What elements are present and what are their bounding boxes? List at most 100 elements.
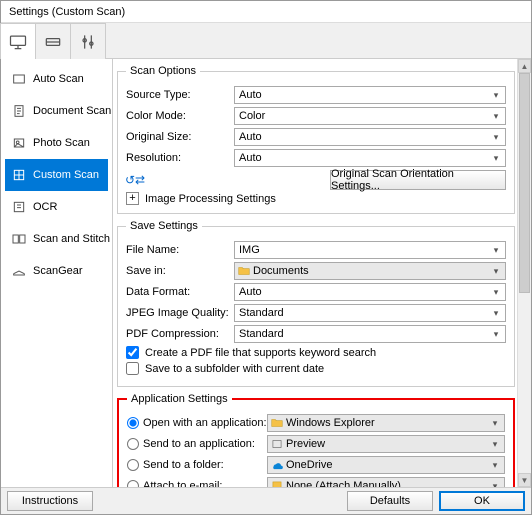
chevron-down-icon: [489, 89, 503, 101]
scangear-icon: [11, 263, 27, 279]
titlebar: Settings (Custom Scan): [1, 1, 531, 23]
resolution-label: Resolution:: [126, 152, 234, 164]
chevron-down-icon: [489, 265, 503, 277]
tools-icon: [78, 32, 98, 52]
sidebar-item-photo-scan[interactable]: Photo Scan: [5, 127, 108, 159]
settings-window: Settings (Custom Scan) Auto Scan Documen…: [0, 0, 532, 515]
chevron-down-icon: [489, 244, 503, 256]
jpeg-quality-select[interactable]: Standard: [234, 304, 506, 322]
sidebar-item-document-scan[interactable]: Document Scan: [5, 95, 108, 127]
file-name-combo[interactable]: IMG: [234, 241, 506, 259]
plus-icon: +: [126, 192, 139, 205]
sidebar-item-custom-scan[interactable]: Custom Scan: [5, 159, 108, 191]
sidebar-item-label: Custom Scan: [33, 169, 99, 181]
resolution-select[interactable]: Auto: [234, 149, 506, 167]
image-processing-label: Image Processing Settings: [145, 193, 276, 205]
explorer-icon: [269, 415, 285, 431]
source-type-label: Source Type:: [126, 89, 234, 101]
save-in-label: Save in:: [126, 265, 234, 277]
instructions-button[interactable]: Instructions: [7, 491, 93, 511]
chevron-down-icon: [489, 110, 503, 122]
application-settings-legend: Application Settings: [127, 393, 232, 405]
photo-scan-icon: [11, 135, 27, 151]
scan-options-group: Scan Options Source Type:Auto Color Mode…: [117, 65, 515, 214]
sidebar-item-scangear[interactable]: ScanGear: [5, 255, 108, 287]
save-settings-group: Save Settings File Name:IMG Save in:Docu…: [117, 220, 515, 387]
scroll-pane: Scan Options Source Type:Auto Color Mode…: [113, 59, 531, 487]
window-title: Settings (Custom Scan): [9, 6, 125, 18]
rotate-reset-icon[interactable]: ↺⇄: [126, 172, 144, 188]
jpeg-quality-label: JPEG Image Quality:: [126, 307, 234, 319]
sidebar: Auto Scan Document Scan Photo Scan Custo…: [1, 59, 113, 487]
defaults-button[interactable]: Defaults: [347, 491, 433, 511]
scroll-down-button[interactable]: ▼: [518, 473, 531, 487]
top-tab-bar: [1, 23, 531, 59]
chevron-down-icon: [488, 480, 502, 487]
preview-icon: [269, 436, 285, 452]
tab-scan-from-computer[interactable]: [0, 23, 36, 59]
scroll-up-button[interactable]: ▲: [518, 59, 531, 73]
pdf-keyword-checkbox[interactable]: Create a PDF file that supports keyword …: [126, 346, 506, 359]
image-processing-expand[interactable]: + Image Processing Settings: [126, 192, 506, 205]
application-settings-group: Application Settings Open with an applic…: [117, 393, 515, 487]
sidebar-item-label: Photo Scan: [33, 137, 90, 149]
stitch-icon: [11, 231, 27, 247]
sidebar-item-label: Document Scan: [33, 105, 111, 117]
scrollbar-thumb[interactable]: [519, 73, 530, 293]
data-format-label: Data Format:: [126, 286, 234, 298]
pdf-compression-select[interactable]: Standard: [234, 325, 506, 343]
footer: Instructions Defaults OK: [1, 488, 531, 514]
send-folder-select[interactable]: OneDrive: [267, 456, 505, 474]
chevron-down-icon: [488, 417, 502, 429]
orientation-settings-button[interactable]: Original Scan Orientation Settings...: [330, 170, 506, 190]
original-size-select[interactable]: Auto: [234, 128, 506, 146]
chevron-down-icon: [488, 438, 502, 450]
document-scan-icon: [11, 103, 27, 119]
ocr-icon: [11, 199, 27, 215]
sidebar-item-scan-and-stitch[interactable]: Scan and Stitch: [5, 223, 108, 255]
data-format-select[interactable]: Auto: [234, 283, 506, 301]
send-folder-radio[interactable]: Send to a folder:: [127, 459, 267, 471]
main-area: Auto Scan Document Scan Photo Scan Custo…: [1, 59, 531, 488]
tab-general-settings[interactable]: [70, 23, 106, 59]
none-icon: [269, 478, 285, 487]
sidebar-item-label: Auto Scan: [33, 73, 84, 85]
sidebar-item-label: ScanGear: [33, 265, 83, 277]
pdf-compression-label: PDF Compression:: [126, 328, 234, 340]
save-in-select[interactable]: Documents: [234, 262, 506, 280]
chevron-down-icon: [489, 286, 503, 298]
content: Auto Scan Document Scan Photo Scan Custo…: [1, 23, 531, 514]
attach-email-select[interactable]: None (Attach Manually): [267, 477, 505, 487]
scanner-icon: [43, 32, 63, 52]
sidebar-item-label: OCR: [33, 201, 57, 213]
chevron-down-icon: [489, 131, 503, 143]
chevron-down-icon: [489, 307, 503, 319]
sidebar-item-auto-scan[interactable]: Auto Scan: [5, 63, 108, 95]
ok-button[interactable]: OK: [439, 491, 525, 511]
color-mode-select[interactable]: Color: [234, 107, 506, 125]
color-mode-label: Color Mode:: [126, 110, 234, 122]
sidebar-item-ocr[interactable]: OCR: [5, 191, 108, 223]
monitor-icon: [8, 32, 28, 52]
send-app-radio[interactable]: Send to an application:: [127, 438, 267, 450]
folder-icon: [236, 263, 252, 279]
tab-scan-from-device[interactable]: [35, 23, 71, 59]
vertical-scrollbar[interactable]: ▲ ▼: [517, 59, 531, 487]
source-type-select[interactable]: Auto: [234, 86, 506, 104]
attach-email-radio[interactable]: Attach to e-mail:: [127, 480, 267, 487]
chevron-down-icon: [489, 328, 503, 340]
file-name-label: File Name:: [126, 244, 234, 256]
open-with-radio[interactable]: Open with an application:: [127, 417, 267, 429]
sidebar-item-label: Scan and Stitch: [33, 233, 110, 245]
onedrive-icon: [269, 457, 285, 473]
auto-scan-icon: [11, 71, 27, 87]
chevron-down-icon: [488, 459, 502, 471]
scroll-body: Scan Options Source Type:Auto Color Mode…: [113, 59, 531, 487]
scan-options-legend: Scan Options: [126, 65, 200, 77]
open-with-select[interactable]: Windows Explorer: [267, 414, 505, 432]
send-app-select[interactable]: Preview: [267, 435, 505, 453]
chevron-down-icon: [489, 152, 503, 164]
save-settings-legend: Save Settings: [126, 220, 202, 232]
original-size-label: Original Size:: [126, 131, 234, 143]
subfolder-date-checkbox[interactable]: Save to a subfolder with current date: [126, 362, 506, 375]
